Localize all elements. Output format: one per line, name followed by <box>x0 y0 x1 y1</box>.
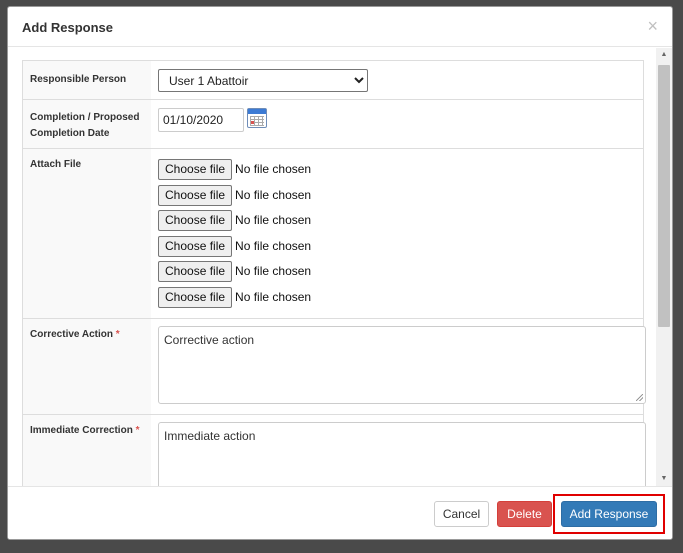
responsible-person-row: Responsible Person User 1 Abattoir <box>23 61 643 100</box>
choose-file-button[interactable]: Choose file <box>158 184 233 206</box>
file-status: No file chosen <box>235 188 312 202</box>
choose-file-button[interactable]: Choose file <box>158 235 233 257</box>
file-status: No file chosen <box>235 264 312 278</box>
responsible-person-label: Responsible Person <box>30 74 127 85</box>
modal-body[interactable]: Responsible Person User 1 Abattoir Compl… <box>8 48 658 486</box>
immediate-correction-textarea[interactable]: Immediate action <box>158 422 646 486</box>
immediate-correction-label: Immediate Correction * <box>30 423 140 439</box>
attach-file-label: Attach File <box>30 159 82 170</box>
scroll-thumb[interactable] <box>658 65 670 327</box>
choose-file-button[interactable]: Choose file <box>158 260 233 282</box>
responsible-person-cell: User 1 Abattoir <box>151 61 643 99</box>
choose-file-button[interactable]: Choose file <box>158 158 233 180</box>
choose-file-button[interactable]: Choose file <box>158 209 233 231</box>
immediate-correction-cell: Immediate action <box>151 415 646 486</box>
immediate-correction-row: Immediate Correction * Immediate action <box>23 415 646 486</box>
completion-date-input[interactable] <box>158 108 244 132</box>
attach-file-cell: Choose file No file chosen Choose file N… <box>151 149 643 318</box>
required-asterisk: * <box>135 425 140 436</box>
responsible-person-select[interactable]: User 1 Abattoir <box>158 69 368 92</box>
corrective-action-value: Corrective action <box>164 333 255 347</box>
modal-scrollbar[interactable]: ▲ ▼ <box>656 48 672 486</box>
modal-header: Add Response × <box>8 7 672 47</box>
response-form: Responsible Person User 1 Abattoir Compl… <box>22 60 646 486</box>
completion-date-label: Completion / Proposed Completion Date <box>30 110 139 142</box>
completion-date-label-line1: Completion / Proposed <box>30 112 140 123</box>
delete-button[interactable]: Delete <box>497 501 552 527</box>
calendar-icon[interactable] <box>247 108 267 128</box>
add-response-button[interactable]: Add Response <box>561 501 657 527</box>
immediate-correction-value: Immediate action <box>164 429 256 443</box>
modal-footer: Cancel Delete Add Response <box>8 486 672 539</box>
corrective-action-row: Corrective Action * Corrective action <box>23 319 646 415</box>
immediate-correction-label-text: Immediate Correction <box>30 425 133 436</box>
file-input-5: Choose file No file chosen <box>158 260 311 282</box>
corrective-action-label: Corrective Action * <box>30 327 120 343</box>
completion-date-cell <box>151 100 643 148</box>
file-status: No file chosen <box>235 239 312 253</box>
modal-title: Add Response <box>22 20 114 35</box>
corrective-action-label-text: Corrective Action <box>30 329 113 340</box>
completion-date-row: Completion / Proposed Completion Date <box>23 100 643 149</box>
completion-date-label-line2: Completion Date <box>30 128 110 139</box>
close-icon[interactable]: × <box>647 17 658 35</box>
choose-file-button[interactable]: Choose file <box>158 286 233 308</box>
scroll-down-arrow-icon[interactable]: ▼ <box>656 472 672 486</box>
file-input-3: Choose file No file chosen <box>158 209 311 231</box>
file-input-1: Choose file No file chosen <box>158 158 311 180</box>
file-input-4: Choose file No file chosen <box>158 235 311 257</box>
resize-grip-icon[interactable] <box>636 394 643 401</box>
file-status: No file chosen <box>235 162 312 176</box>
required-asterisk: * <box>115 329 120 340</box>
cancel-button[interactable]: Cancel <box>434 501 489 527</box>
scroll-up-arrow-icon[interactable]: ▲ <box>656 48 672 62</box>
file-status: No file chosen <box>235 290 312 304</box>
file-status: No file chosen <box>235 213 312 227</box>
file-input-6: Choose file No file chosen <box>158 286 311 308</box>
attach-file-row: Attach File Choose file No file chosen C… <box>23 149 643 319</box>
corrective-action-textarea[interactable]: Corrective action <box>158 326 646 404</box>
file-input-2: Choose file No file chosen <box>158 184 311 206</box>
add-response-modal: Add Response × Responsible Person User 1… <box>7 6 673 540</box>
corrective-action-cell: Corrective action <box>151 319 646 414</box>
